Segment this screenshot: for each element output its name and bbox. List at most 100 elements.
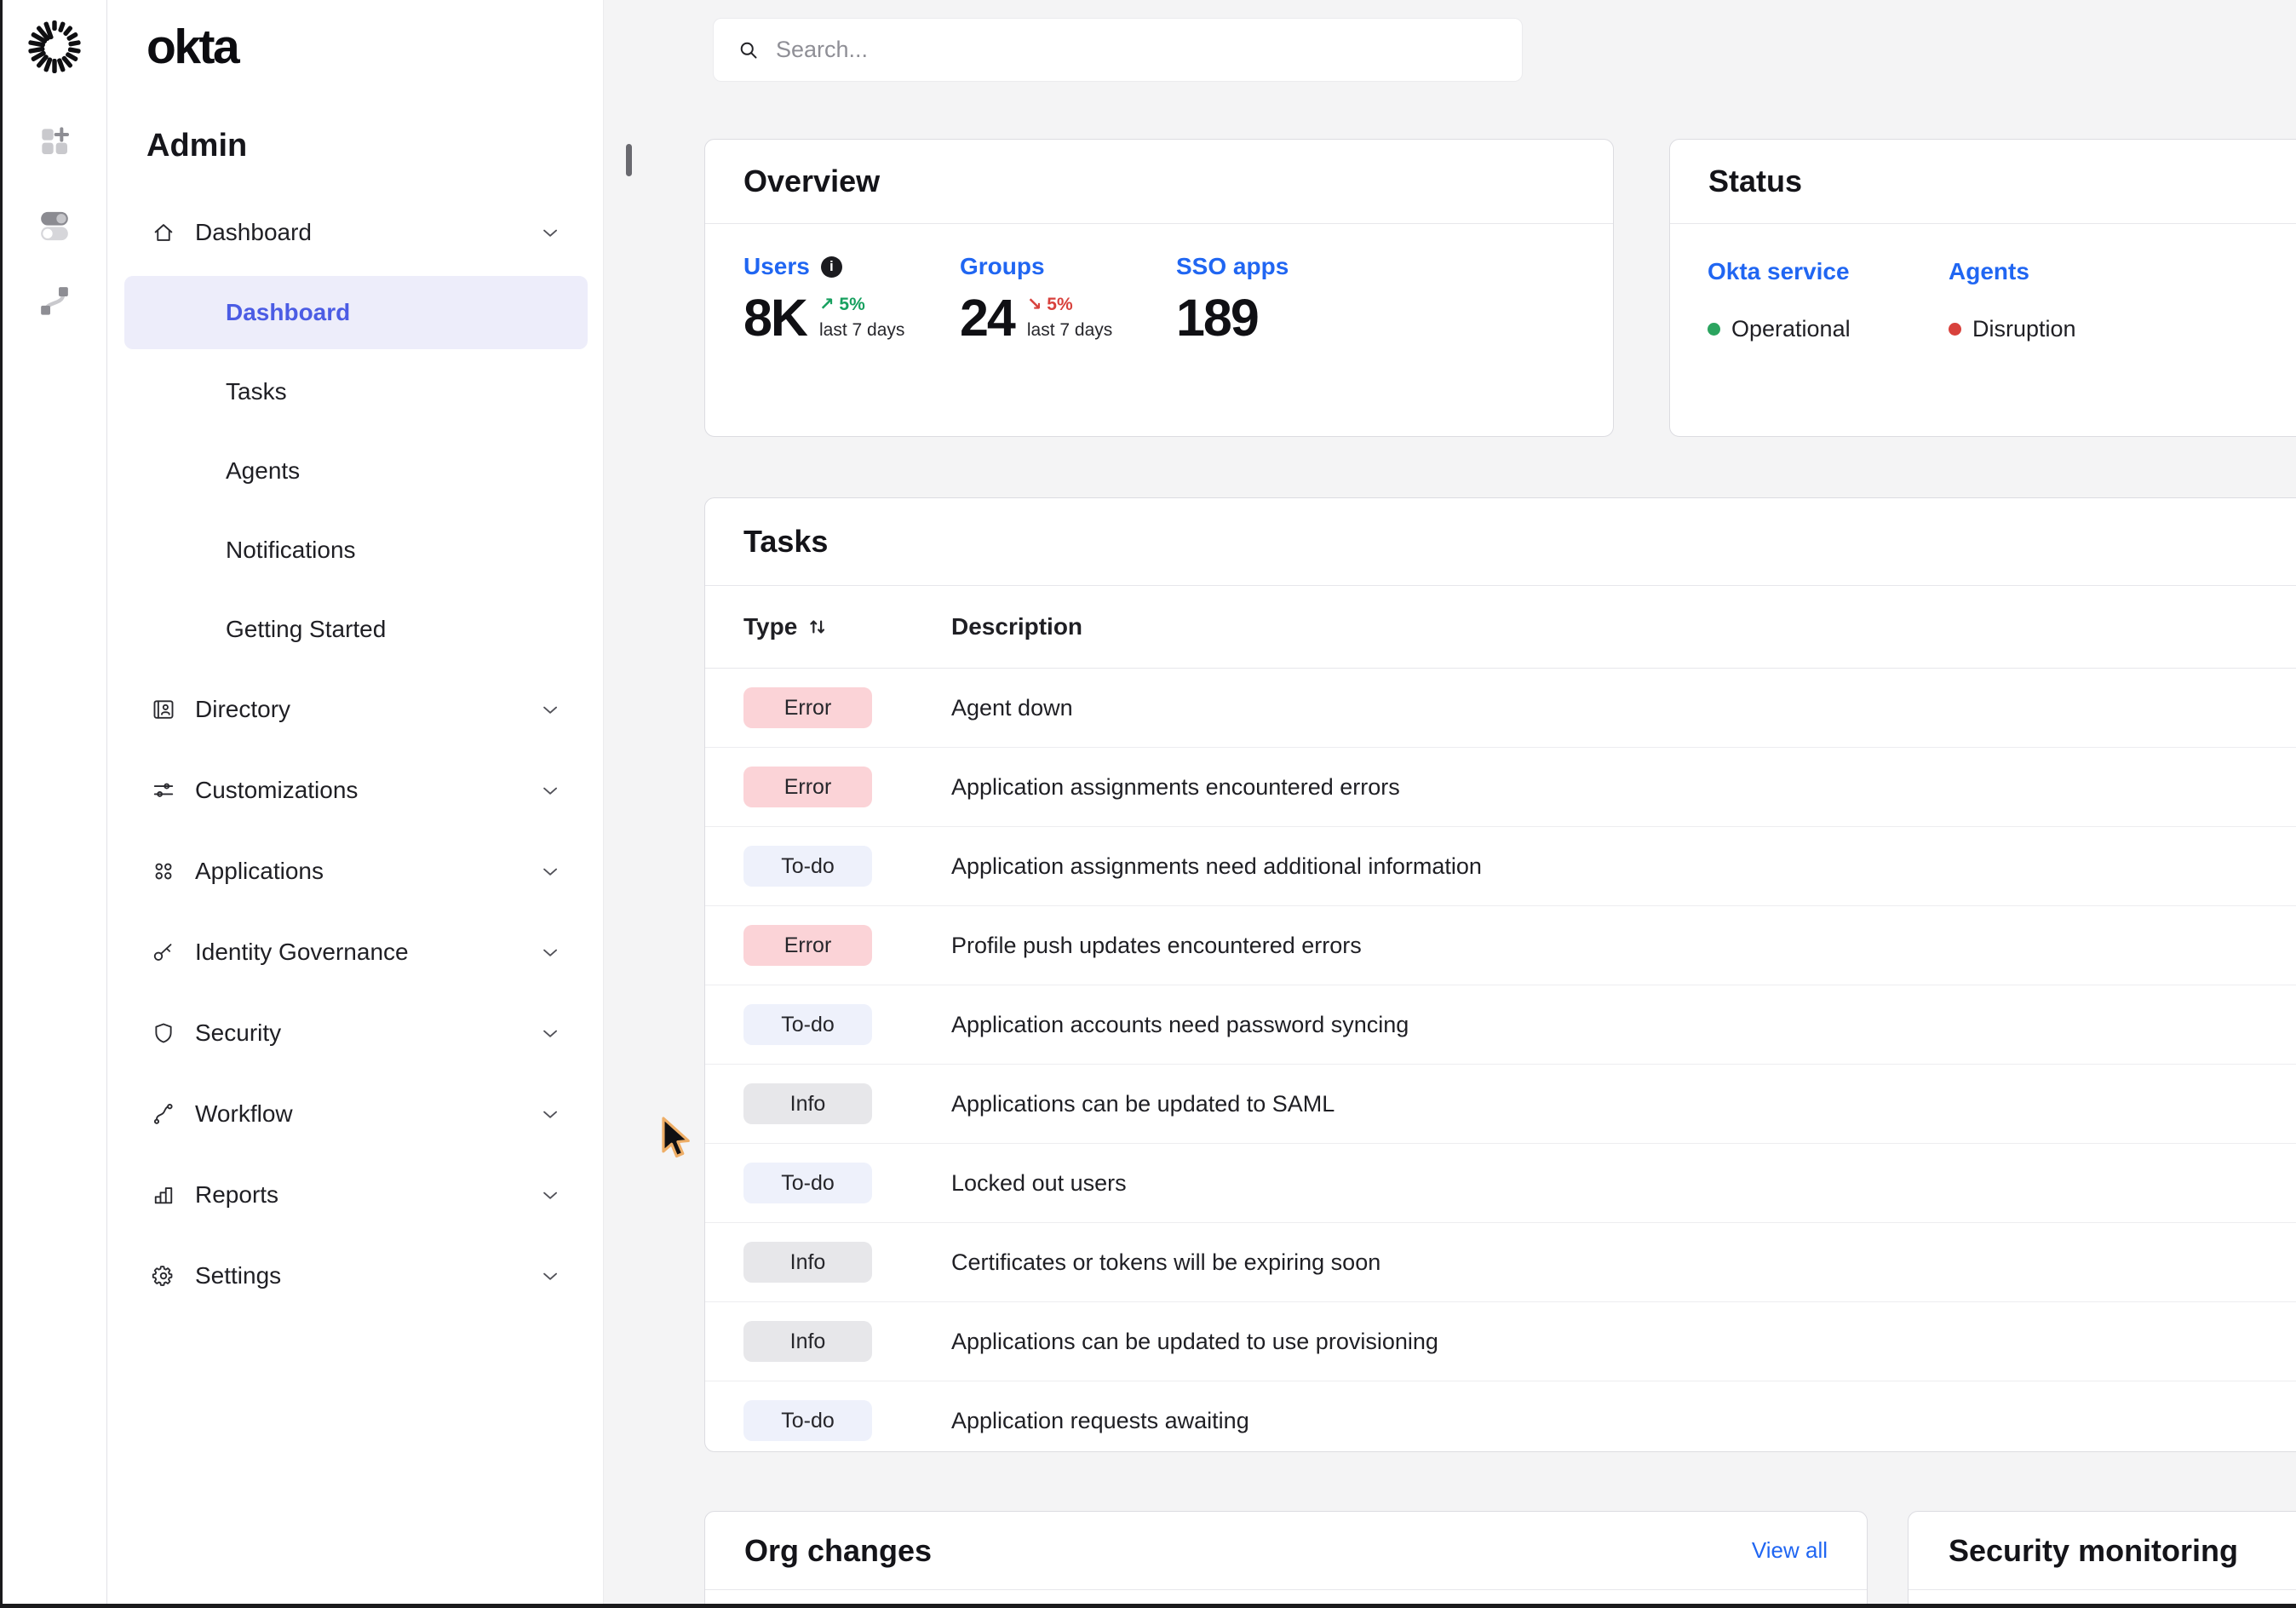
overview-title: Overview — [743, 164, 880, 199]
sidebar-item-label: Security — [195, 1019, 281, 1047]
metric-delta: ↗ 5% — [819, 294, 904, 315]
tasks-card: Tasks Type Description ErrorAgent downEr… — [704, 497, 2296, 1452]
status-label-link[interactable]: Agents — [1949, 258, 2076, 285]
task-row[interactable]: InfoCertificates or tokens will be expir… — [705, 1223, 2296, 1302]
security-monitoring-card: Security monitoring — [1908, 1511, 2296, 1608]
task-row[interactable]: Info Applications can be updated to SAML — [705, 1065, 2296, 1144]
security-monitoring-title: Security monitoring — [1949, 1533, 2238, 1569]
task-description: Application requests awaiting — [951, 1408, 1249, 1434]
app-grid-icon — [151, 859, 176, 884]
task-row[interactable]: Error Application assignments encountered… — [705, 748, 2296, 827]
task-description: Application assignments need additional … — [951, 853, 1482, 880]
sidebar-subitem-label: Agents — [226, 457, 300, 485]
task-type-badge: Error — [743, 925, 872, 966]
chevron-down-icon — [538, 1022, 560, 1044]
overview-card: Overview Usersi8K↗ 5%last 7 daysGroups24… — [704, 139, 1614, 437]
shield-icon — [151, 1020, 176, 1046]
okta-admin-dashboard: okta Admin DashboardDashboardTasksAgents… — [0, 0, 2296, 1608]
sidebar-nav: Dashboard Dashboard Tasks Agents Notificatio… — [107, 192, 603, 1316]
sidebar-item-label: Workflow — [195, 1100, 293, 1128]
sidebar-resize-handle[interactable] — [626, 144, 632, 176]
task-type-badge: To-do — [743, 1004, 872, 1045]
metric-label-link[interactable]: Groups — [960, 253, 1176, 280]
screenshot-bottom-edge — [0, 1604, 2296, 1608]
sidebar-item-label: Settings — [195, 1262, 281, 1289]
chevron-down-icon — [538, 1184, 560, 1206]
task-type-badge: To-do — [743, 1163, 872, 1203]
task-row[interactable]: Error Profile push updates encountered er… — [705, 906, 2296, 985]
mouse-cursor — [660, 1116, 692, 1160]
gear-icon — [151, 1263, 176, 1289]
sidebar-subitem-label: Notifications — [226, 537, 356, 564]
task-row[interactable]: To-do Application assignments need additi… — [705, 827, 2296, 906]
sidebar: okta Admin DashboardDashboardTasksAgents… — [107, 0, 604, 1604]
security-monitoring-header: Security monitoring — [1909, 1512, 2296, 1590]
sidebar-subitem-label: Dashboard — [226, 299, 350, 326]
metric-period: last 7 days — [819, 320, 904, 341]
sort-icon[interactable] — [806, 615, 829, 639]
view-all-link[interactable]: View all — [1752, 1537, 1828, 1564]
metric-sso-apps: SSO apps189 — [1176, 253, 1289, 344]
status-okta-service: Okta serviceOperational — [1708, 258, 1949, 342]
org-changes-header: Org changes View all — [705, 1512, 1867, 1590]
search-icon — [737, 38, 761, 62]
sidebar-item-label: Reports — [195, 1181, 278, 1209]
task-description: Applications can be updated to SAML — [951, 1091, 1335, 1117]
sidebar-subitem-tasks[interactable]: Tasks — [107, 352, 603, 431]
task-type-badge: Info — [743, 1083, 872, 1124]
task-type-badge: To-do — [743, 846, 872, 887]
task-description: Locked out users — [951, 1170, 1127, 1197]
status-label-link[interactable]: Okta service — [1708, 258, 1949, 285]
sidebar-subitem-notifications[interactable]: Notifications — [107, 510, 603, 589]
task-row[interactable]: ErrorAgent down — [705, 669, 2296, 748]
task-description: Application assignments encountered erro… — [951, 774, 1400, 801]
workflow-connector-icon[interactable] — [37, 284, 72, 318]
chevron-down-icon — [538, 221, 560, 244]
sidebar-item-settings[interactable]: Settings — [107, 1235, 603, 1316]
task-type-badge: Error — [743, 767, 872, 807]
task-type-badge: Info — [743, 1242, 872, 1283]
sidebar-subitem-agents[interactable]: Agents — [107, 431, 603, 510]
sidebar-subitem-getting-started[interactable]: Getting Started — [107, 589, 603, 669]
id-card-icon — [151, 697, 176, 722]
task-description: Application accounts need password synci… — [951, 1012, 1409, 1038]
metric-label-link[interactable]: SSO apps — [1176, 253, 1289, 280]
sidebar-item-label: Directory — [195, 696, 290, 723]
search-bar[interactable] — [713, 18, 1523, 82]
info-icon[interactable]: i — [821, 256, 842, 278]
task-row[interactable]: To-do Application accounts need password … — [705, 985, 2296, 1065]
sidebar-item-identity-governance[interactable]: Identity Governance — [107, 911, 603, 992]
task-type-badge: Info — [743, 1321, 872, 1362]
sidebar-item-security[interactable]: Security — [107, 992, 603, 1073]
apps-add-icon[interactable] — [37, 124, 72, 158]
sidebar-item-reports[interactable]: Reports — [107, 1154, 603, 1235]
task-row[interactable]: To-doApplication requests awaiting — [705, 1381, 2296, 1460]
task-description: Profile push updates encountered errors — [951, 933, 1362, 959]
column-header-type[interactable]: Type — [743, 613, 829, 640]
org-changes-card: Org changes View all — [704, 1511, 1868, 1608]
sidebar-subitem-label: Getting Started — [226, 616, 386, 643]
tasks-table-header: Type Description — [705, 586, 2296, 669]
app-rail — [3, 0, 107, 1604]
sidebar-item-customizations[interactable]: Customizations — [107, 749, 603, 830]
sidebar-item-workflow[interactable]: Workflow — [107, 1073, 603, 1154]
search-input[interactable] — [774, 36, 1522, 64]
metric-delta: ↘ 5% — [1027, 294, 1112, 315]
metric-users: Usersi8K↗ 5%last 7 days — [743, 253, 960, 344]
chevron-down-icon — [538, 941, 560, 963]
sidebar-item-directory[interactable]: Directory — [107, 669, 603, 749]
metric-label-link[interactable]: Usersi — [743, 253, 960, 280]
okta-spinner-logo[interactable] — [26, 19, 83, 75]
sidebar-item-dashboard[interactable]: Dashboard — [107, 192, 603, 273]
column-header-description: Description — [951, 613, 1082, 640]
sidebar-subitem-dashboard[interactable]: Dashboard — [124, 276, 588, 349]
tasks-header: Tasks — [705, 498, 2296, 586]
sidebar-item-label: Dashboard — [195, 219, 312, 246]
task-row[interactable]: InfoApplications can be updated to use p… — [705, 1302, 2296, 1381]
overview-header: Overview — [705, 140, 1613, 224]
sidebar-item-label: Customizations — [195, 777, 358, 804]
task-row[interactable]: To-do Locked out users — [705, 1144, 2296, 1223]
sidebar-item-applications[interactable]: Applications — [107, 830, 603, 911]
toggles-icon[interactable] — [37, 207, 72, 241]
status-dot-icon — [1708, 323, 1720, 336]
